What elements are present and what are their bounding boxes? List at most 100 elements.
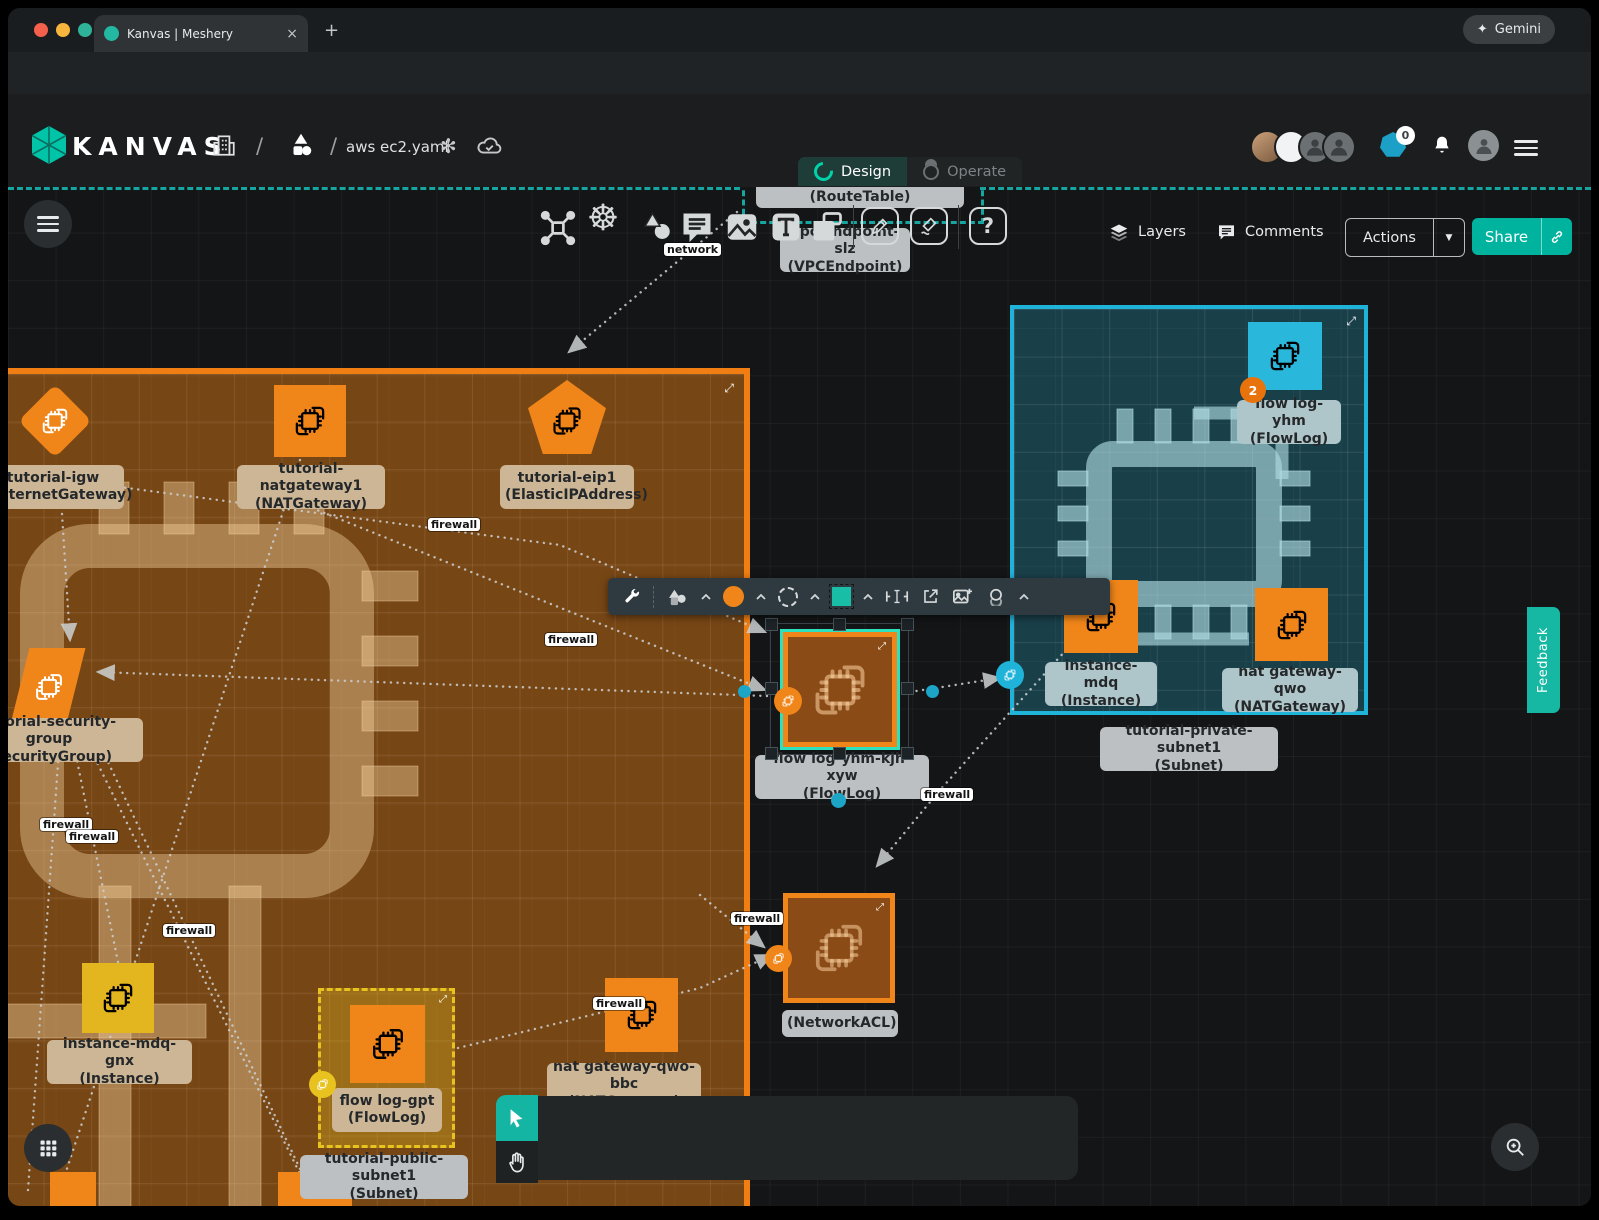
node-flow-log-selected[interactable]	[783, 632, 897, 747]
chevron-up-icon[interactable]	[756, 594, 766, 600]
node-flow-log-yhm-label[interactable]: flow log-yhm (FlowLog)	[1237, 400, 1341, 444]
tab-design[interactable]: Design	[798, 157, 907, 186]
new-tab-button[interactable]: +	[324, 20, 339, 41]
comment-tool-icon[interactable]	[679, 209, 715, 245]
shapes-tool-icon[interactable]	[639, 209, 675, 245]
node-elastic-ip-label[interactable]: tutorial-eip1 (ElasticIPAddress)	[500, 465, 634, 509]
wrench-icon[interactable]	[622, 587, 641, 606]
collapse-node-icon[interactable]	[878, 642, 886, 652]
resize-handle[interactable]	[901, 747, 914, 760]
add-image-icon[interactable]	[952, 587, 973, 606]
comments-button[interactable]: Comments	[1216, 222, 1324, 242]
collapse-container-icon[interactable]	[1346, 315, 1356, 327]
help-tool-icon[interactable]: ?	[969, 207, 1007, 245]
flow-log-yhm-count-badge[interactable]: 2	[1240, 377, 1266, 403]
group-circles-icon[interactable]	[985, 587, 1007, 606]
zoom-window-button[interactable]	[78, 23, 92, 37]
node-route-table[interactable]: (RouteTable)	[756, 185, 964, 208]
freehand-tool-icon[interactable]	[910, 207, 948, 245]
collaborator-avatar[interactable]	[1322, 130, 1356, 164]
image-tool-icon[interactable]	[724, 209, 760, 245]
actions-button[interactable]: Actions ▼	[1345, 218, 1465, 257]
node-nat-gateway-qwo-bbc[interactable]	[605, 978, 678, 1052]
subnet-connection-badge[interactable]	[996, 661, 1024, 689]
node-private-subnet-label[interactable]: tutorial-private-subnet1 (Subnet)	[1100, 727, 1278, 771]
kubernetes-icon[interactable]: ☸	[587, 201, 619, 237]
tab-operate[interactable]: Operate	[907, 157, 1022, 186]
chip-watermark	[805, 914, 873, 982]
connection-dot[interactable]	[831, 793, 846, 808]
chevron-up-icon[interactable]	[1019, 594, 1029, 600]
share-button[interactable]: Share	[1472, 218, 1572, 255]
resize-handle[interactable]	[901, 682, 914, 695]
node-nat-gateway-1[interactable]	[274, 385, 346, 457]
pen-tool-icon[interactable]	[861, 207, 899, 245]
node-nat-gateway-qwo[interactable]	[1255, 588, 1328, 661]
close-window-button[interactable]	[34, 23, 48, 37]
border-style-icon[interactable]	[778, 587, 798, 607]
organization-icon[interactable]	[211, 132, 237, 158]
canvas-menu-button[interactable]	[24, 200, 72, 248]
node-instance-mdq-gnx[interactable]	[82, 963, 154, 1033]
actions-dropdown-icon[interactable]: ▼	[1434, 233, 1464, 243]
node-internet-gateway-label[interactable]: tutorial-igw (InternetGateway)	[8, 465, 124, 509]
cloud-saved-icon[interactable]	[476, 133, 504, 157]
text-tool-icon[interactable]	[768, 209, 804, 245]
layers-button[interactable]: Layers	[1108, 222, 1186, 242]
node-partial[interactable]	[50, 1172, 96, 1206]
network-acl-badge[interactable]	[765, 945, 792, 972]
collapse-node-icon[interactable]	[876, 903, 884, 913]
node-public-subnet-label[interactable]: tutorial-public-subnet1 (Subnet)	[300, 1155, 468, 1199]
flow-log-badge[interactable]	[774, 687, 802, 715]
shape-preview-swatch[interactable]	[832, 587, 851, 606]
feedback-tab[interactable]: Feedback	[1527, 607, 1560, 713]
close-tab-icon[interactable]: ×	[286, 26, 298, 42]
connection-dot[interactable]	[738, 685, 751, 698]
rename-icon[interactable]	[885, 588, 909, 605]
sticky-note-tool-icon[interactable]	[809, 209, 845, 245]
resize-handle[interactable]	[833, 747, 846, 760]
resize-handle[interactable]	[765, 618, 778, 631]
pan-tool-button[interactable]	[496, 1141, 538, 1183]
node-flow-log-gpt[interactable]	[350, 1005, 425, 1083]
node-network-acl-label[interactable]: (NetworkACL)	[782, 1010, 898, 1037]
flow-log-gpt-badge[interactable]	[309, 1071, 336, 1098]
resize-handle[interactable]	[901, 618, 914, 631]
connection-dot[interactable]	[926, 685, 939, 698]
node-nat-gateway-1-label[interactable]: tutorial-natgateway1 (NATGateway)	[237, 465, 385, 509]
kanvas-logo-icon[interactable]	[30, 125, 68, 165]
zoom-button[interactable]	[1491, 1123, 1539, 1171]
collapse-container-icon[interactable]	[724, 382, 734, 394]
node-instance-mdq-label[interactable]: instance-mdq (Instance)	[1045, 662, 1157, 706]
node-flow-log-selected-label[interactable]: flow log-yhm-kjh-xyw (FlowLog)	[755, 755, 929, 799]
open-in-new-icon[interactable]	[921, 587, 940, 606]
fill-color-swatch[interactable]	[723, 586, 744, 607]
minimize-window-button[interactable]	[56, 23, 70, 37]
shapes-icon[interactable]	[667, 588, 689, 606]
resize-handle[interactable]	[833, 618, 846, 631]
chevron-up-icon[interactable]	[863, 594, 873, 600]
mesh-sync-icon[interactable]	[539, 209, 577, 247]
chevron-up-icon[interactable]	[810, 594, 820, 600]
design-pattern-icon[interactable]: ✻	[440, 134, 457, 158]
design-canvas[interactable]: Layers Comments Actions ▼ Share	[8, 185, 1591, 1206]
sparkle-icon: ✦	[1477, 22, 1488, 37]
node-instance-mdq-gnx-label[interactable]: instance-mdq-gnx (Instance)	[47, 1040, 192, 1084]
header-menu-icon[interactable]	[1514, 136, 1538, 160]
copy-link-icon[interactable]	[1542, 229, 1572, 245]
node-flow-log-gpt-label[interactable]: flow log-gpt (FlowLog)	[332, 1088, 442, 1132]
browser-tab[interactable]: Kanvas | Meshery ×	[94, 15, 308, 52]
select-tool-button[interactable]	[496, 1095, 538, 1141]
resize-handle[interactable]	[765, 747, 778, 760]
design-file-name[interactable]: aws ec2.yaml	[346, 138, 449, 156]
designs-icon[interactable]	[286, 130, 316, 160]
collapse-container-icon[interactable]	[439, 995, 447, 1005]
node-nat-gateway-qwo-label[interactable]: nat gateway-qwo (NATGateway)	[1222, 668, 1358, 712]
notifications-bell-icon[interactable]	[1432, 134, 1452, 156]
chevron-up-icon[interactable]	[701, 594, 711, 600]
user-avatar[interactable]	[1468, 130, 1499, 161]
widgets-grid-button[interactable]	[24, 1124, 72, 1172]
node-network-acl[interactable]	[783, 893, 895, 1003]
node-security-group-label[interactable]: tutorial-security-group (SecurityGroup)	[8, 718, 143, 762]
gemini-button[interactable]: ✦ Gemini	[1463, 15, 1555, 44]
